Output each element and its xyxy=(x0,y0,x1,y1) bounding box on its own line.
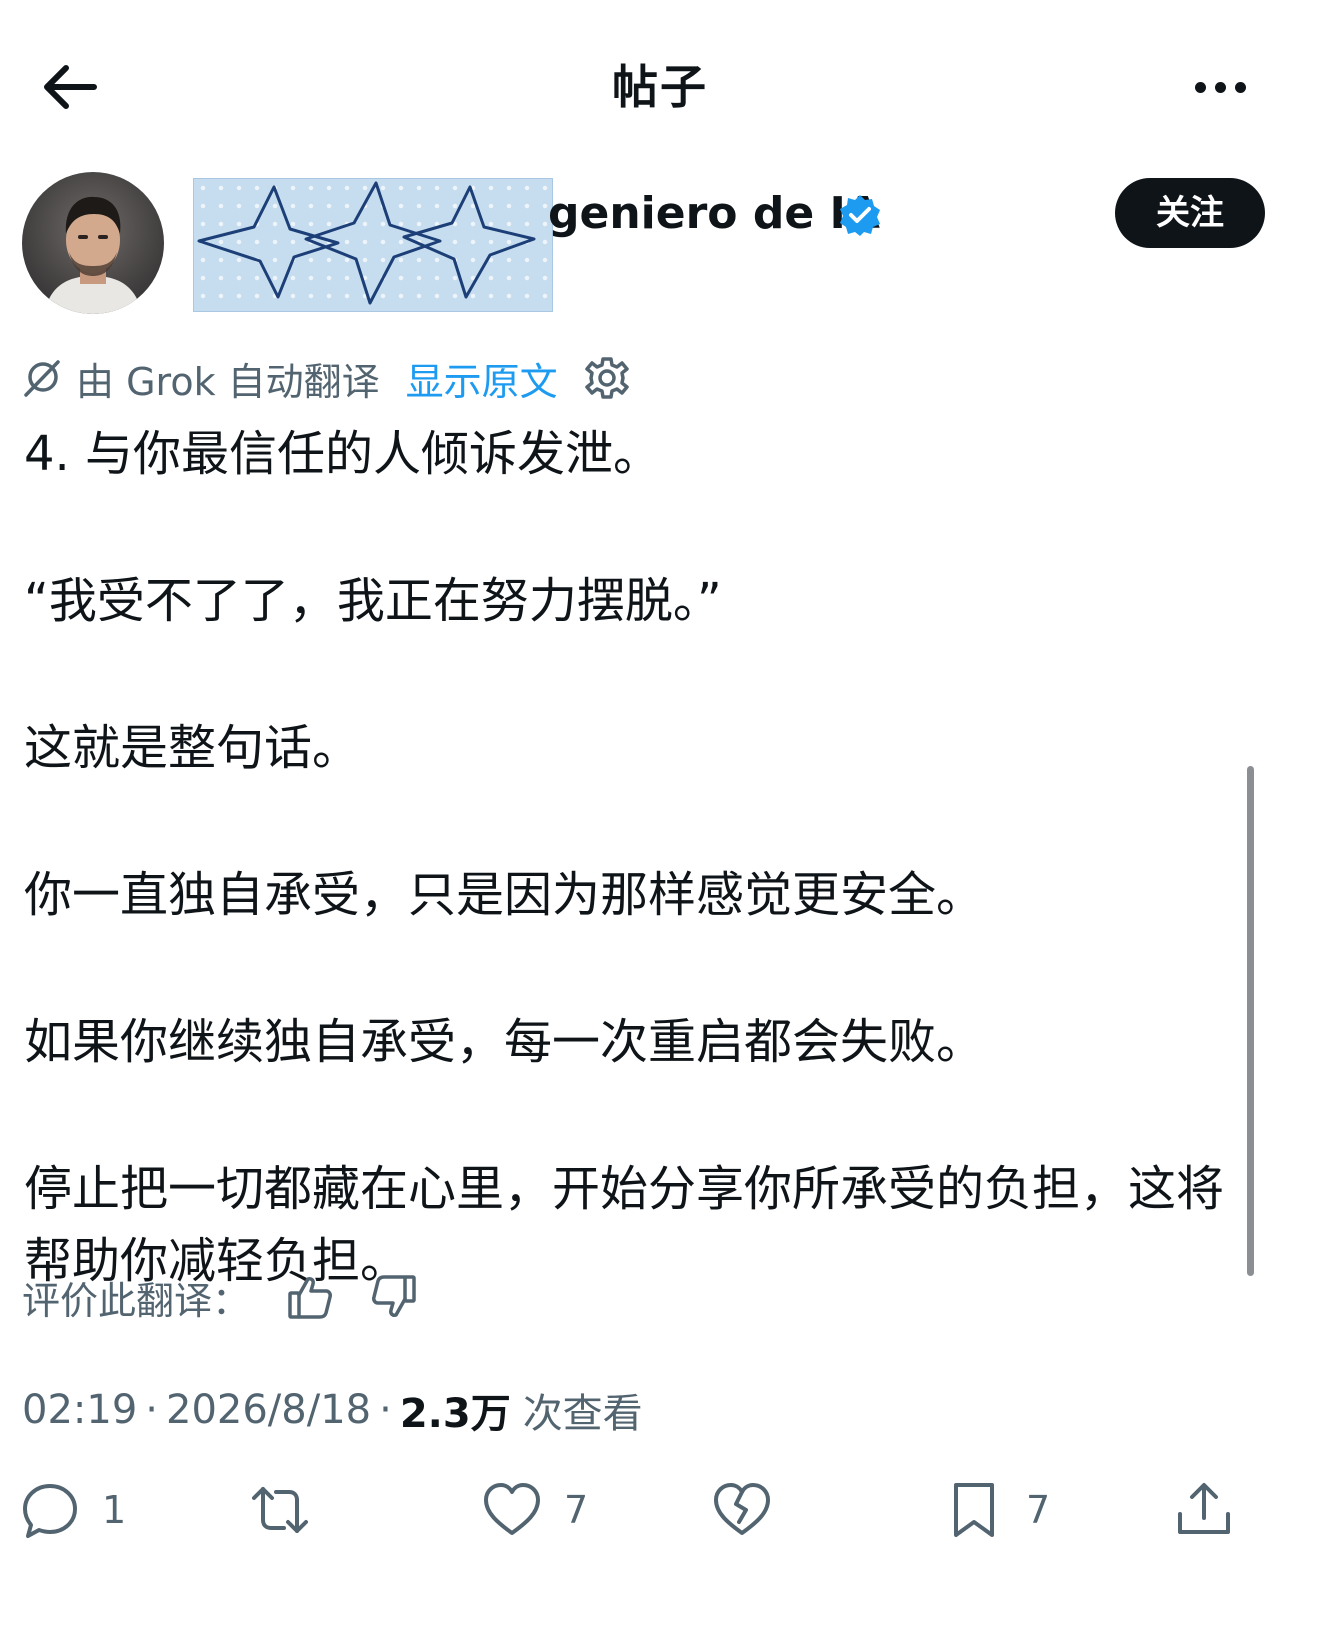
dislike-icon xyxy=(714,1483,770,1535)
share-icon xyxy=(1178,1483,1230,1534)
post-paragraph: 这就是整句话。 xyxy=(24,720,361,776)
like-icon xyxy=(484,1483,540,1535)
post-date[interactable]: 2026/8/18 xyxy=(166,1387,371,1433)
redaction-sticker xyxy=(193,178,553,312)
post-time[interactable]: 02:19 xyxy=(22,1387,137,1433)
rate-translation-label: 评价此翻译： xyxy=(22,1278,251,1323)
back-arrow-icon xyxy=(44,65,97,109)
thumbs-up-icon[interactable] xyxy=(286,1273,334,1321)
retweet-button[interactable] xyxy=(250,1470,310,1550)
grok-icon xyxy=(24,360,60,397)
bookmark-button[interactable]: 7 xyxy=(944,1470,1050,1550)
post-paragraph: 你一直独自承受，只是因为那样感觉更安全。 xyxy=(24,867,985,923)
page-title: 帖子 xyxy=(612,60,708,114)
retweet-icon xyxy=(252,1487,308,1533)
post-paragraph: 如果你继续独自承受，每一次重启都会失败。 xyxy=(24,1014,985,1070)
post-text: 4. 与你最信任的人倾诉发泄。 “我受不了了，我正在努力摆脱。” 这就是整句话。… xyxy=(24,418,1234,1297)
author-display-name[interactable]: geniero de IA xyxy=(548,186,880,242)
follow-button[interactable]: 关注 xyxy=(1115,178,1265,248)
reply-count: 1 xyxy=(102,1488,127,1532)
post-meta: 02:19 · 2026/8/18 · 2.3万 次查看 xyxy=(22,1380,643,1440)
post-paragraph: 4. 与你最信任的人倾诉发泄。 xyxy=(24,426,662,482)
scrollbar[interactable] xyxy=(1247,766,1254,1276)
reply-button[interactable]: 1 xyxy=(20,1470,126,1550)
back-button[interactable] xyxy=(34,52,104,122)
translation-provider-text: 由 Grok 自动翻译 xyxy=(76,359,380,404)
more-options-button[interactable] xyxy=(1180,52,1260,122)
gear-icon[interactable] xyxy=(584,355,630,401)
post-paragraph: “我受不了了，我正在努力摆脱。” xyxy=(24,573,722,629)
bookmark-count: 7 xyxy=(1026,1488,1051,1532)
share-button[interactable] xyxy=(1174,1470,1234,1550)
rate-translation: 评价此翻译： xyxy=(22,1262,418,1332)
reply-icon xyxy=(23,1484,77,1538)
bookmark-icon xyxy=(954,1483,994,1537)
views-count: 2.3万 xyxy=(399,1391,511,1437)
translation-info: 由 Grok 自动翻译 显示原文 xyxy=(22,350,630,406)
views-label: 次查看 xyxy=(522,1391,643,1437)
more-icon xyxy=(1194,81,1206,93)
avatar-portrait xyxy=(44,196,142,314)
avatar[interactable] xyxy=(22,172,164,314)
separator-dot: · xyxy=(379,1387,392,1433)
separator-dot: · xyxy=(145,1387,158,1433)
dislike-button[interactable] xyxy=(712,1470,772,1550)
like-count: 7 xyxy=(564,1488,589,1532)
thumbs-down-icon[interactable] xyxy=(370,1273,418,1321)
show-original-link[interactable]: 显示原文 xyxy=(406,351,558,406)
verified-badge-icon xyxy=(838,193,882,237)
like-button[interactable]: 7 xyxy=(482,1470,588,1550)
